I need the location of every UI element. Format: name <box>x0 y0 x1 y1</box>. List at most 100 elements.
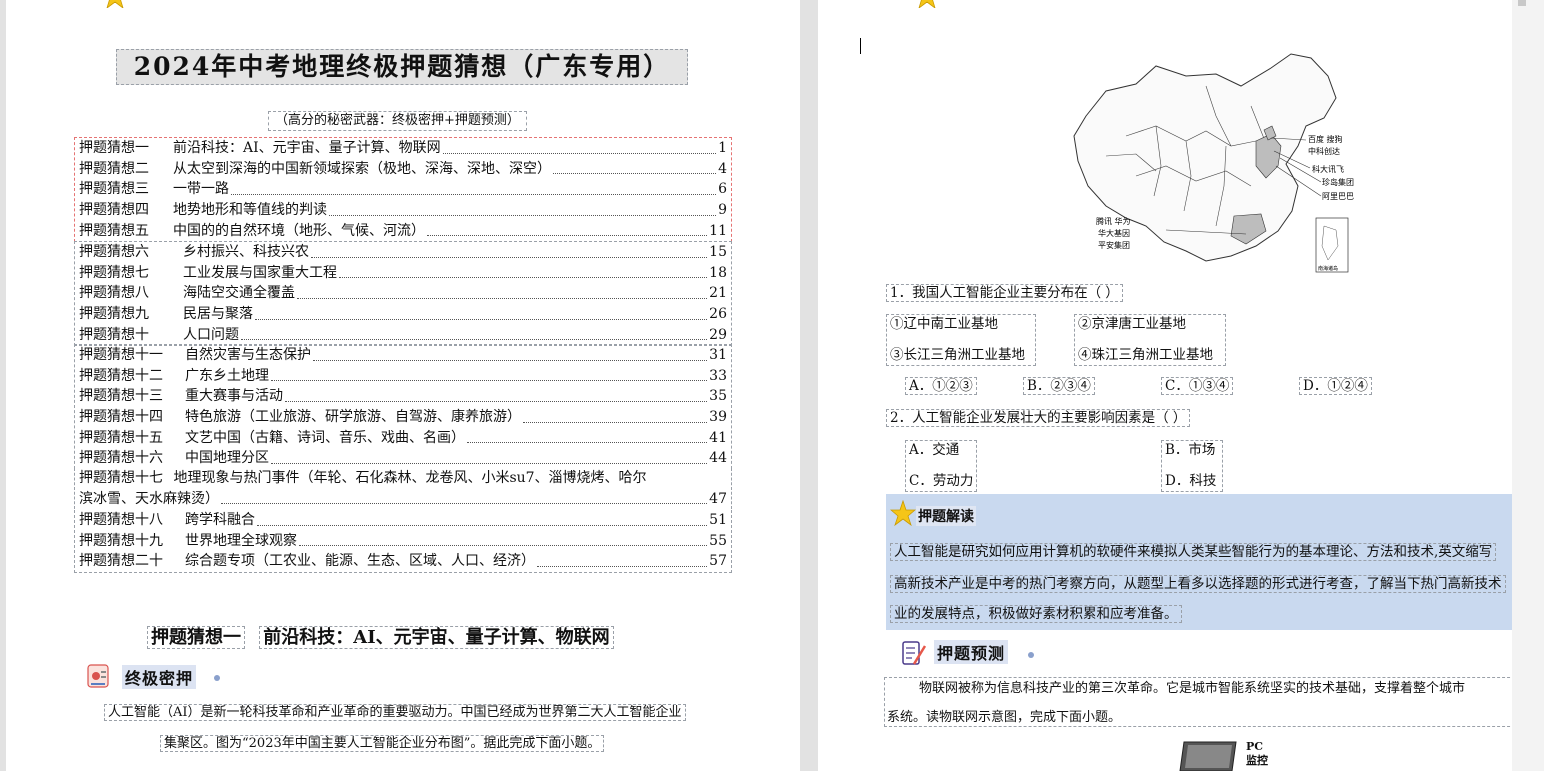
toc-entry-page: 57 <box>709 553 727 570</box>
toc-entry-topic: 跨学科融合 <box>185 512 255 528</box>
prediction-paragraph: 物联网被称为信息科技产业的第三次革命。它是城市智能系统坚实的技术基础，支撑着整个… <box>884 677 1512 727</box>
question-2-stem: 2．人工智能企业发展壮大的主要影响因素是（ ） <box>886 409 1191 427</box>
analysis-box: 押题解读 人工智能是研究如何应用计算机的软硬件来模拟人类某些智能行为的基本理论、… <box>886 494 1512 630</box>
toc-entry-topic: 海陆空交通全覆盖 <box>183 285 295 302</box>
toc-entry-name: 押题猜想二 <box>79 160 149 177</box>
map-label-shenzhen-3: 平安集团 <box>1098 240 1130 250</box>
analysis-line-1: 人工智能是研究如何应用计算机的软硬件来模拟人类某些智能行为的基本理论、方法和技术… <box>890 542 1497 562</box>
toc-entry-name: 押题猜想七 <box>79 264 149 281</box>
toc-leader-dots <box>553 173 717 175</box>
secret-tag-icon <box>87 664 109 688</box>
toc-leader-dots <box>523 421 708 423</box>
toc-entry-name: 押题猜想四 <box>79 202 149 219</box>
q1-option-a[interactable]: A．①②③ <box>905 377 977 395</box>
toc-leader-dots <box>299 545 708 547</box>
q2-option-d[interactable]: D．科技 <box>1162 472 1222 490</box>
toc-leader-dots <box>442 152 717 154</box>
toc-entry-name: 押题猜想十二 <box>79 367 163 384</box>
toc-entry[interactable]: 押题猜想二 从太空到深海的中国新领域探索（极地、深海、深地、深空） 4 <box>75 159 731 180</box>
toc-entry-topic: 中国的的自然环境（地形、气候、河流） <box>173 222 425 239</box>
toc-entry-page: 31 <box>709 347 727 363</box>
map-label-shanghai: 珍岛集团 <box>1322 177 1354 187</box>
toc-entry-page: 18 <box>709 264 727 281</box>
toc-entry-topic: 一带一路 <box>173 181 229 198</box>
toc-entry-name: 押题猜想十五 <box>79 429 163 446</box>
q1-option-b[interactable]: B．②③④ <box>1023 377 1095 395</box>
toc-leader-dots <box>297 298 708 300</box>
q1-items-right: ②京津唐工业基地 ④珠江三角洲工业基地 <box>1074 314 1226 366</box>
tag-ultimate-secret: 终极密押 <box>122 665 197 689</box>
toc-entry-name: 押题猜想六 <box>79 244 149 260</box>
toc-entry[interactable]: 押题猜想十四 特色旅游（工业旅游、研学旅游、自驾游、康养旅游） 39 <box>75 407 731 428</box>
toc-entry-page: 47 <box>709 490 727 507</box>
toc-entry[interactable]: 押题猜想二十 综合题专项（工农业、能源、生态、区域、人口、经济） 57 <box>75 551 731 572</box>
toc-entry-name: 押题猜想十一 <box>79 347 163 363</box>
toc-entry-name: 押题猜想一 <box>79 140 149 156</box>
q1-items-left: ①辽中南工业基地 ③长江三角洲工业基地 <box>886 314 1036 366</box>
q2-options-right: B．市场 D．科技 <box>1161 440 1223 492</box>
page-gap <box>800 0 818 771</box>
scroll-up-button[interactable] <box>1518 0 1526 6</box>
toc-entry[interactable]: 押题猜想十 人口问题 29 <box>75 325 731 346</box>
toc-entry[interactable]: 押题猜想十五 文艺中国（古籍、诗词、音乐、戏曲、名画） 41 <box>75 428 731 449</box>
toc-entry[interactable]: 押题猜想八 海陆空交通全覆盖 21 <box>75 283 731 304</box>
toc-entry-topic: 自然灾害与生态保护 <box>185 347 311 363</box>
toc-leader-dots <box>241 339 708 341</box>
toc-entry-name: 押题猜想十三 <box>79 388 163 405</box>
toc-leader-dots <box>329 214 717 216</box>
toc-leader-dots <box>313 359 708 361</box>
toc-entry-name: 押题猜想十八 <box>79 512 163 528</box>
toc-entry[interactable]: 押题猜想六 乡村振兴、科技兴农 15 <box>75 242 731 263</box>
star-icon <box>106 0 124 8</box>
toc-entry[interactable]: 押题猜想十一 自然灾害与生态保护 31 <box>75 345 731 366</box>
toc-leader-dots <box>339 277 708 279</box>
toc-entry[interactable]: 押题猜想十七 地理现象与热门事件（年轮、石化森林、龙卷风、小米su7、淄博烧烤、… <box>75 468 731 509</box>
toc-entry-topic: 前沿科技：AI、元宇宙、量子计算、物联网 <box>173 140 441 156</box>
q1-option-c[interactable]: C．①③④ <box>1161 377 1234 395</box>
toc-entry[interactable]: 押题猜想十六 中国地理分区 44 <box>75 448 731 469</box>
toc-entry[interactable]: 押题猜想十三 重大赛事与活动 35 <box>75 386 731 407</box>
toc-entry[interactable]: 押题猜想九 民居与聚落 26 <box>75 304 731 325</box>
star-icon <box>918 0 936 8</box>
q1-option-d[interactable]: D．①②④ <box>1299 377 1372 395</box>
q2-option-c[interactable]: C．劳动力 <box>906 472 976 490</box>
toc-entry[interactable]: 押题猜想三 一带一路 6 <box>75 179 731 200</box>
vertical-scrollbar[interactable] <box>1512 0 1544 771</box>
toc-entry-page: 44 <box>709 450 727 467</box>
toc-entry[interactable]: 押题猜想四 地势地形和等值线的判读 9 <box>75 200 731 221</box>
q2-option-b[interactable]: B．市场 <box>1162 441 1222 459</box>
toc-entry[interactable]: 押题猜想十九 世界地理全球观察 55 <box>75 531 731 552</box>
toc-entry[interactable]: 押题猜想十八 跨学科融合 51 <box>75 510 731 531</box>
toc-group-wrap: 押题猜想十七 地理现象与热门事件（年轮、石化森林、龙卷风、小米su7、淄博烧烤、… <box>74 468 732 510</box>
prediction-line-1: 物联网被称为信息科技产业的第三次革命。它是城市智能系统坚实的技术基础，支撑着整个… <box>919 681 1466 696</box>
tag-dot <box>214 675 220 681</box>
tag-prediction: 押题预测 <box>934 640 1009 664</box>
text-cursor <box>860 38 861 54</box>
analysis-label: 押题解读 <box>916 506 976 526</box>
toc-entry-topic: 民居与聚落 <box>183 306 253 323</box>
toc-group-3: 押题猜想十一 自然灾害与生态保护 31 押题猜想十二 广东乡土地理 33 押题猜想十三 重大赛… <box>74 344 732 470</box>
tag-label: 终极密押 <box>125 669 194 688</box>
toc-leader-dots <box>311 256 708 258</box>
question-1-stem: 1．我国人工智能企业主要分布在（ ） <box>886 284 1123 302</box>
toc-entry-name: 押题猜想五 <box>79 222 149 239</box>
toc-entry-page: 15 <box>709 244 727 260</box>
toc-entry[interactable]: 押题猜想七 工业发展与国家重大工程 18 <box>75 263 731 284</box>
toc-entry-name: 押题猜想十九 <box>79 532 163 549</box>
toc-entry-name: 押题猜想十七 <box>79 470 163 486</box>
q2-option-a[interactable]: A．交通 <box>906 441 976 459</box>
section-topic: 前沿科技：AI、元宇宙、量子计算、物联网 <box>259 626 614 649</box>
map-label-beijing: 百度 搜狗 <box>1308 134 1343 144</box>
analysis-line-3: 业的发展特点，积极做好素材积累和应考准备。 <box>890 604 1182 624</box>
toc-entry-name: 押题猜想十四 <box>79 409 163 426</box>
toc-entry[interactable]: 押题猜想十二 广东乡土地理 33 <box>75 366 731 387</box>
toc-entry[interactable]: 押题猜想一 前沿科技：AI、元宇宙、量子计算、物联网 1 <box>75 138 731 159</box>
toc-entry[interactable]: 押题猜想五 中国的的自然环境（地形、气候、河流） 11 <box>75 221 731 242</box>
q2-options-left: A．交通 C．劳动力 <box>905 440 977 492</box>
q1-item-1: ①辽中南工业基地 <box>890 316 998 332</box>
toc-entry-page: 1 <box>718 140 727 156</box>
toc-leader-dots <box>255 318 708 320</box>
toc-entry-topic: 地势地形和等值线的判读 <box>173 202 327 219</box>
notebook-pen-icon <box>902 641 927 665</box>
toc-entry-name: 押题猜想十六 <box>79 450 163 467</box>
